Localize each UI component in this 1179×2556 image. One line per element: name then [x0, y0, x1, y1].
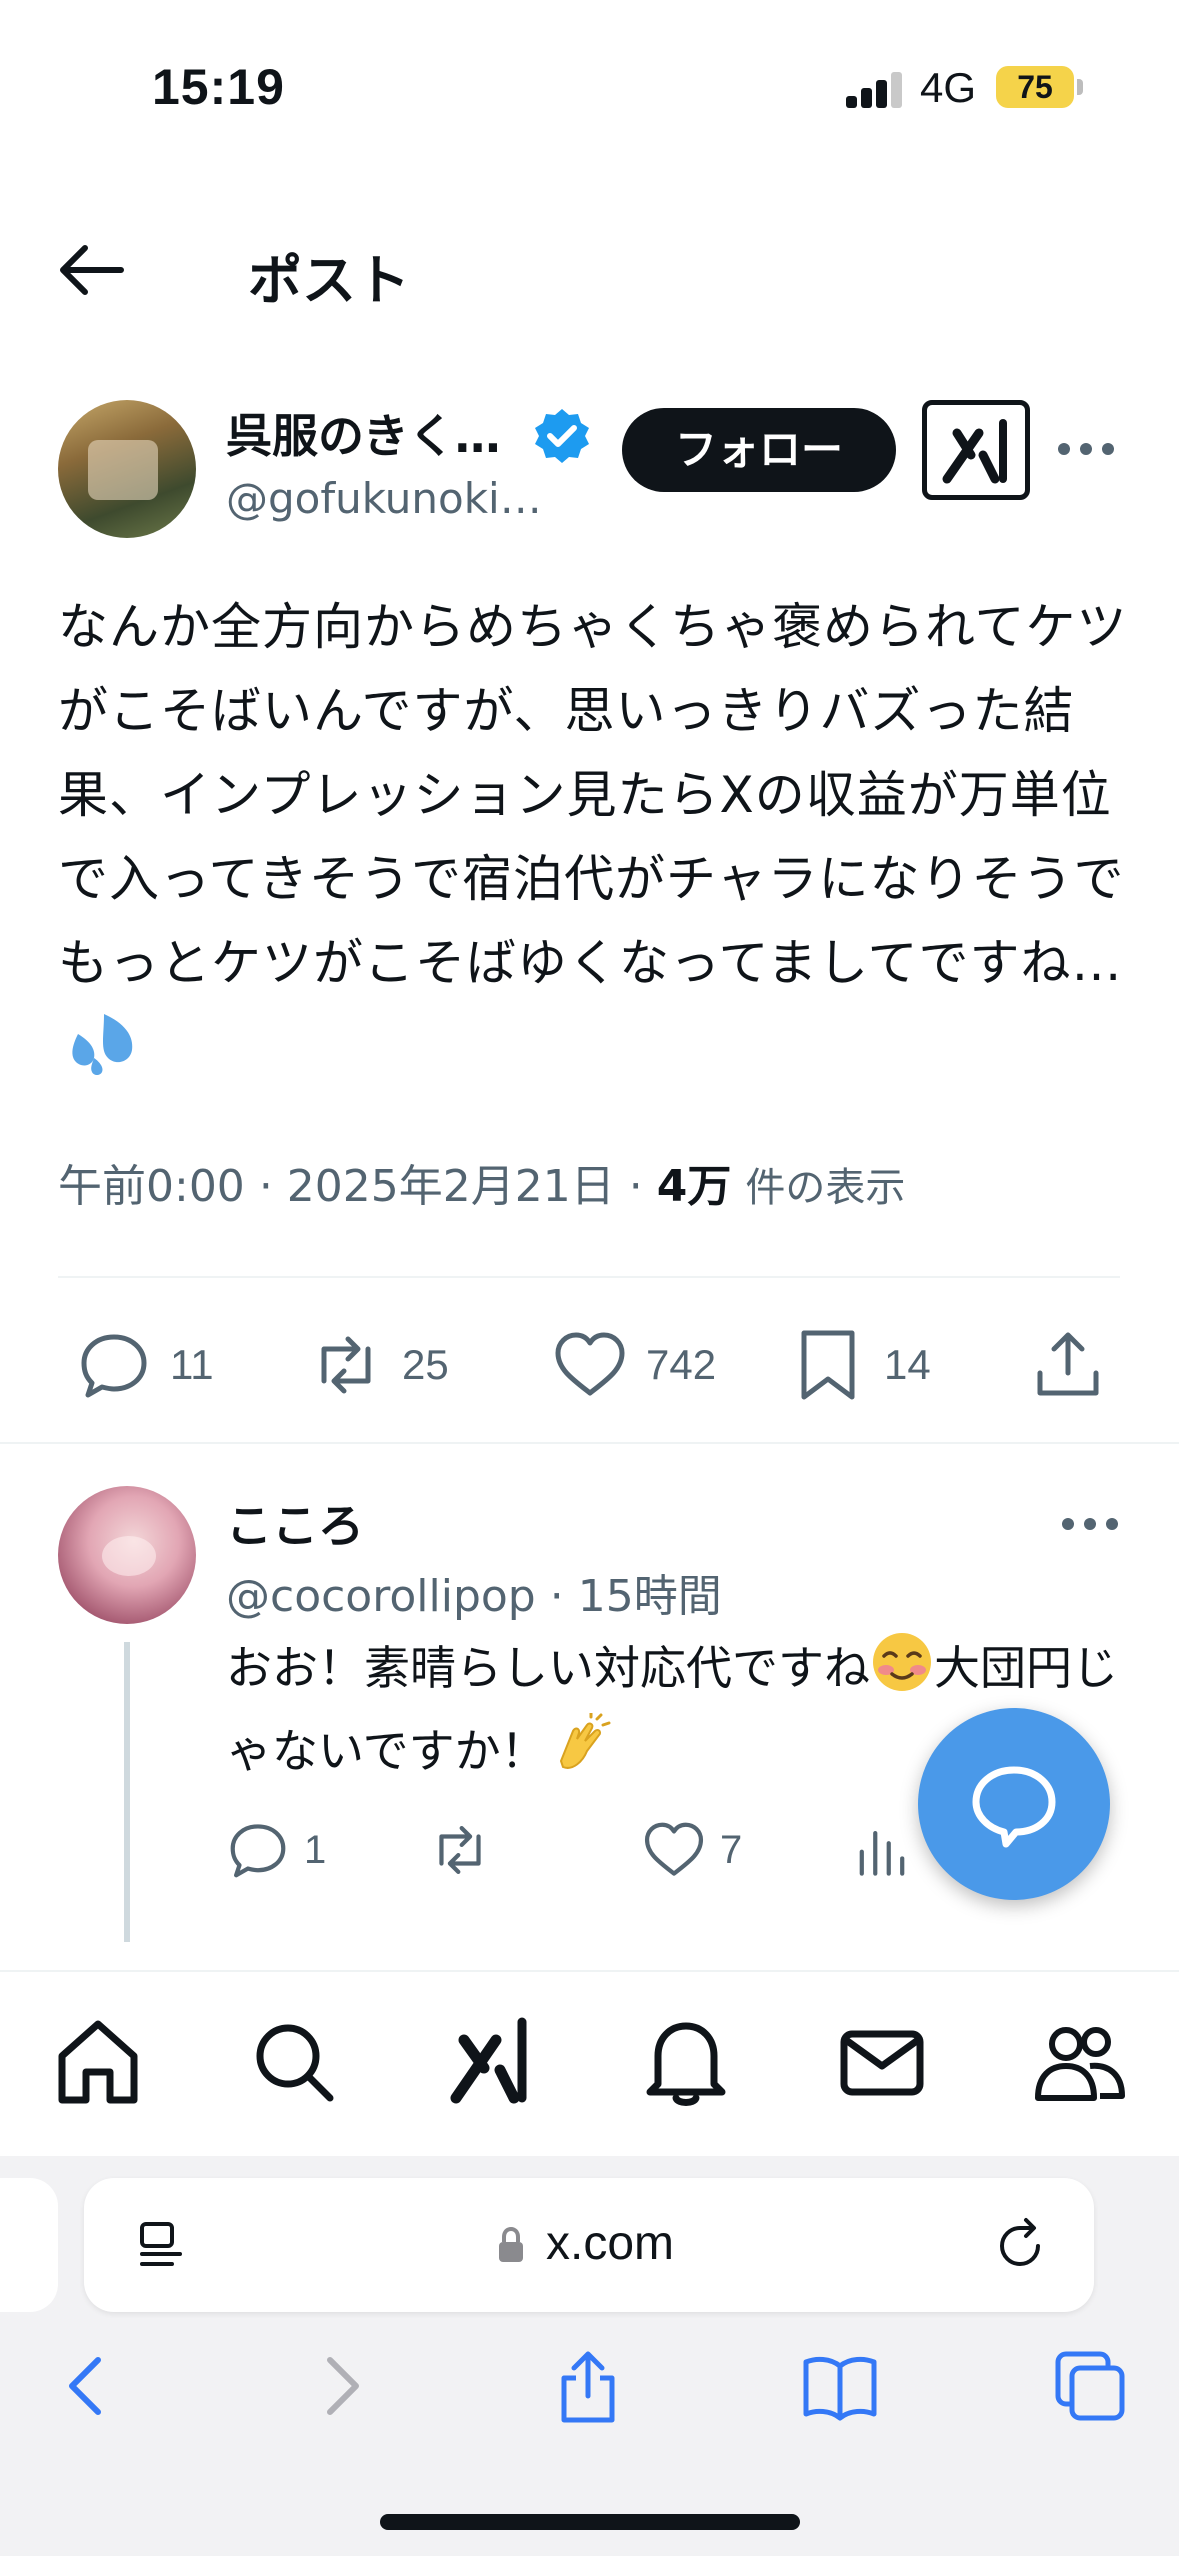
- reader-mode-icon[interactable]: [134, 2218, 188, 2272]
- home-indicator[interactable]: [380, 2514, 800, 2530]
- compose-reply-button[interactable]: [918, 1708, 1110, 1900]
- signal-icon: [846, 72, 902, 108]
- share-icon: [561, 2351, 615, 2423]
- back-arrow-icon[interactable]: [55, 240, 125, 300]
- heart-icon: [644, 1822, 704, 1876]
- author-handle[interactable]: @gofukunoki…: [226, 474, 542, 523]
- address-bar[interactable]: x.com: [84, 2178, 1094, 2312]
- mail-icon: [840, 2030, 924, 2096]
- nav-search[interactable]: [244, 2012, 344, 2112]
- bookmark-button[interactable]: 14: [790, 1320, 931, 1410]
- tweet-date[interactable]: 2025年2月21日: [287, 1161, 615, 1212]
- home-icon: [58, 2020, 138, 2104]
- tweet-body: なんか全方向からめちゃくちゃ褒められてケツがこそばいんですが、思いっきりバズった…: [58, 598, 1128, 992]
- reply-reply-count: 1: [304, 1827, 327, 1872]
- tweet-meta: 午前0:00 · 2025年2月21日 · 4万 件の表示: [58, 1150, 905, 1214]
- bookmark-icon: [801, 1330, 855, 1400]
- share-button[interactable]: [1030, 1320, 1106, 1410]
- chevron-left-icon: [69, 2357, 101, 2415]
- reply-views-button[interactable]: [850, 1805, 914, 1895]
- nav-messages[interactable]: [832, 2012, 932, 2112]
- grok-icon: [450, 2017, 527, 2104]
- reply-time[interactable]: 15時間: [578, 1571, 722, 1622]
- author-avatar[interactable]: [58, 400, 196, 538]
- nav-grok[interactable]: [440, 2012, 540, 2112]
- reply-author-handle: @cocorollipop · 15時間: [226, 1560, 722, 1624]
- share-icon: [1037, 1332, 1099, 1396]
- meta-separator: ·: [628, 1161, 657, 1212]
- people-icon: [1035, 2027, 1125, 2101]
- meta-separator: ·: [549, 1571, 578, 1622]
- browser-bookmarks-button[interactable]: [800, 2346, 880, 2426]
- nav-communities[interactable]: [1030, 2012, 1130, 2112]
- repost-icon: [321, 1336, 371, 1394]
- divider: [58, 1276, 1120, 1278]
- reply-repost-button[interactable]: [428, 1805, 492, 1895]
- reply-reply-button[interactable]: 1: [226, 1805, 326, 1895]
- reply-text-part1: おお！素晴らしい対応代ですね: [226, 1641, 870, 1695]
- more-options-icon[interactable]: [1058, 443, 1118, 457]
- tweet-text: なんか全方向からめちゃくちゃ褒められてケツがこそばいんですが、思いっきりバズった…: [58, 585, 1128, 1089]
- bookmark-count: 14: [884, 1341, 931, 1388]
- repost-count: 25: [402, 1341, 449, 1388]
- browser-back-button[interactable]: [48, 2346, 128, 2426]
- heart-icon: [555, 1332, 625, 1396]
- nav-notifications[interactable]: [636, 2012, 736, 2112]
- repost-button[interactable]: 25: [308, 1320, 449, 1410]
- meta-separator: ·: [258, 1161, 287, 1212]
- views-label: 件の表示: [745, 1165, 906, 1211]
- views-count: 4万: [656, 1161, 732, 1212]
- status-bar: 15:19 4G 75: [0, 0, 1179, 175]
- reply-avatar[interactable]: [58, 1486, 196, 1624]
- book-icon: [803, 2356, 877, 2421]
- status-time: 15:19: [152, 59, 285, 115]
- reply-more-options-icon[interactable]: [1062, 1518, 1122, 1532]
- reply-icon: [230, 1824, 286, 1878]
- bell-icon: [646, 2022, 726, 2106]
- grok-icon[interactable]: [922, 400, 1030, 500]
- tweet-actions: 11 25 742 14: [0, 1320, 1179, 1410]
- reply-count: 11: [170, 1341, 214, 1388]
- divider: [0, 1442, 1179, 1444]
- reply-like-button[interactable]: 7: [642, 1805, 742, 1895]
- sweat-droplets-icon: [64, 1012, 136, 1076]
- previous-tab[interactable]: [0, 2178, 58, 2312]
- browser-forward-button[interactable]: [300, 2346, 380, 2426]
- reply-button[interactable]: 11: [76, 1320, 214, 1410]
- chat-bubble-icon: [972, 1766, 1056, 1848]
- page-title: ポスト: [248, 249, 410, 312]
- browser-tabs-button[interactable]: [1050, 2346, 1130, 2426]
- smiling-face-emoji-icon: [870, 1630, 934, 1713]
- chevron-right-icon: [327, 2357, 359, 2415]
- reply-icon: [81, 1334, 147, 1398]
- search-icon: [256, 2024, 334, 2102]
- battery-cap: [1077, 79, 1083, 95]
- page-header: ポスト: [0, 200, 1179, 340]
- reply-like-count: 7: [720, 1827, 743, 1872]
- nav-home[interactable]: [48, 2012, 148, 2112]
- tabs-icon: [1055, 2351, 1125, 2421]
- url-text[interactable]: x.com: [546, 2216, 674, 2271]
- browser-share-button[interactable]: [548, 2346, 628, 2426]
- author-name[interactable]: 呉服のきく…: [226, 400, 501, 466]
- bottom-navigation: [0, 1970, 1179, 2156]
- analytics-icon: [859, 1831, 905, 1876]
- like-count: 742: [646, 1341, 717, 1388]
- verified-badge-icon: [532, 406, 592, 466]
- browser-toolbar: x.com: [0, 2156, 1179, 2556]
- thread-line: [124, 1642, 130, 1942]
- reply-handle-text[interactable]: @cocorollipop: [226, 1571, 536, 1622]
- lock-icon: [496, 2226, 526, 2264]
- clapping-hands-emoji-icon: [547, 1711, 611, 1796]
- network-label: 4G: [920, 64, 977, 111]
- reply-author-name[interactable]: こころ: [226, 1490, 364, 1556]
- repost-icon: [439, 1826, 481, 1874]
- battery-icon: 75: [996, 66, 1074, 108]
- tweet-time[interactable]: 午前0:00: [58, 1161, 245, 1212]
- follow-button[interactable]: フォロー: [622, 408, 896, 492]
- reload-icon[interactable]: [994, 2216, 1050, 2272]
- like-button[interactable]: 742: [552, 1320, 716, 1410]
